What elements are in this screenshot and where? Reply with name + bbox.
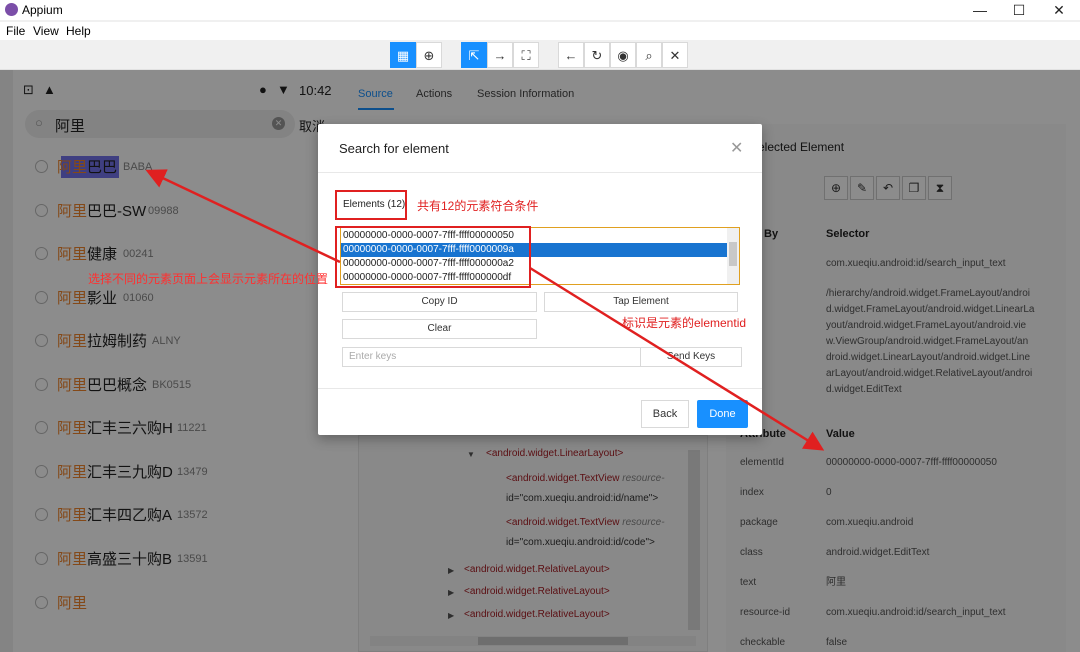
annotation-arrows — [145, 169, 825, 451]
arrow-to-highlight — [145, 169, 341, 264]
arrow-to-elementid — [529, 266, 825, 451]
